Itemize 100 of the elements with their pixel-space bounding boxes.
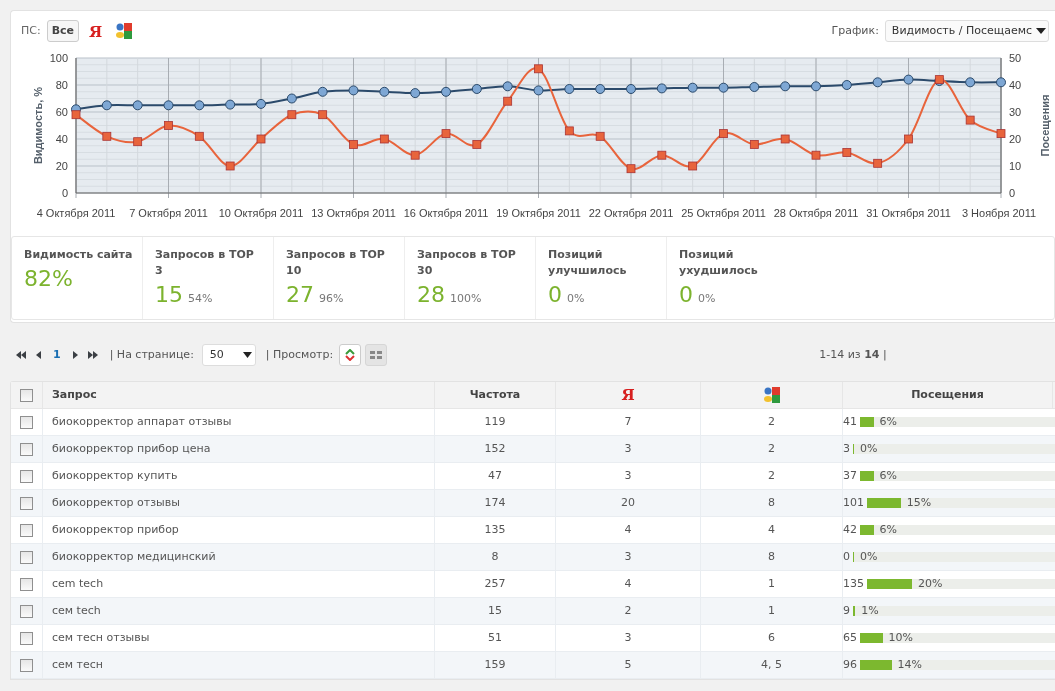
axis-tick-label: 30	[1009, 106, 1022, 118]
sort-view-button[interactable]	[339, 344, 362, 366]
table-cell-text: 41	[843, 413, 857, 430]
stat-percent: 0%	[698, 291, 716, 307]
chart-selector-label: График:	[831, 22, 879, 39]
table-cell-text: 20	[621, 494, 635, 511]
last-page-icon[interactable]	[87, 351, 98, 359]
checkbox[interactable]	[20, 523, 33, 537]
table-cell-text: 135	[843, 575, 864, 592]
checkbox[interactable]	[20, 415, 33, 429]
stat-value: 27	[286, 282, 314, 308]
data-point	[410, 150, 420, 160]
stat-percent: 54%	[188, 291, 213, 307]
column-header[interactable]: Я	[621, 383, 635, 407]
table-cell-text: биокорректор прибор цена	[52, 440, 211, 457]
data-point	[564, 84, 575, 94]
results-range: 1-14 из 14 |	[819, 346, 887, 363]
table-cell-text: 3	[843, 440, 850, 457]
checkbox[interactable]	[20, 604, 33, 618]
column-header[interactable]: Частота	[469, 386, 521, 404]
previous-page-icon[interactable]	[36, 351, 41, 359]
axis-tick-label: 10	[1009, 160, 1022, 172]
table-row[interactable]: сем tech 15 2 1 9 1%	[11, 598, 1055, 625]
axis-tick-label: 100	[49, 52, 68, 64]
caret-icon	[1036, 28, 1046, 34]
stat-value: 0	[548, 282, 562, 308]
table-row[interactable]: сем тесн 159 5 4, 5 96 14%	[11, 652, 1055, 679]
table-row[interactable]: сем тесн отзывы 51 3 6 65 10%	[11, 625, 1055, 652]
grid-icon	[370, 350, 383, 360]
axis-tick-label: 40	[55, 133, 68, 145]
stat-label: Запросов в TOP 3	[155, 247, 255, 279]
table-cell-text: сем tech	[52, 602, 101, 619]
current-page-link[interactable]: 1	[51, 346, 63, 364]
table-cell-text: биокорректор купить	[52, 467, 178, 484]
chart-selector-dropdown[interactable]: Видимость / Посещаемс	[884, 20, 1049, 42]
axis-tick-label: 16 Октября 2011	[403, 207, 489, 219]
engine-filter-button[interactable]: Все	[46, 20, 80, 42]
checkbox[interactable]	[20, 550, 33, 564]
axis-tick-label: 19 Октября 2011	[496, 207, 581, 219]
stat-value: 82%	[24, 266, 73, 292]
table-cell-text: 3	[624, 440, 632, 457]
table-cell-text: 3	[624, 467, 632, 484]
table-row[interactable]: биокорректор отзывы 174 20 8 101 15%	[11, 490, 1055, 517]
checkbox[interactable]	[20, 388, 33, 402]
data-point	[225, 161, 235, 171]
column-header[interactable]: Посещения	[911, 386, 984, 404]
data-point	[965, 115, 975, 125]
data-point	[502, 81, 513, 92]
table-row[interactable]: биокорректор медицинский 8 3 8 0 0%	[11, 544, 1055, 571]
data-point	[842, 148, 852, 157]
axis-tick-label: 40	[1009, 79, 1022, 91]
axis-tick-label: 13 Октября 2011	[311, 207, 396, 219]
table-cell-text: 37	[843, 467, 857, 484]
data-point	[286, 93, 297, 104]
grid-view-button[interactable]	[365, 344, 388, 366]
data-point	[749, 140, 759, 149]
data-point	[626, 164, 636, 174]
table-cell-text: биокорректор отзывы	[52, 494, 180, 511]
data-point	[718, 82, 729, 93]
data-point	[595, 131, 605, 141]
first-page-icon[interactable]	[16, 351, 26, 359]
table-cell-text: 0%	[860, 549, 878, 565]
data-point	[317, 86, 328, 97]
table-cell-text: 65	[843, 629, 857, 646]
axis-tick-label: 7 Октября 2011	[129, 207, 208, 219]
table-row[interactable]: cem tech 257 4 1 135 20%	[11, 571, 1055, 598]
table-cell-text: 15%	[906, 495, 932, 511]
data-point	[349, 140, 358, 149]
table-cell-text: 51	[488, 629, 502, 646]
checkbox[interactable]	[20, 469, 33, 483]
checkbox[interactable]	[20, 658, 33, 672]
filter-label: ПС:	[21, 22, 41, 39]
table-cell-text: 1	[768, 575, 775, 592]
data-point	[71, 110, 81, 120]
data-point	[965, 77, 976, 88]
stat-label: Запросов в TOP 30	[417, 247, 517, 279]
column-header[interactable]: Запрос	[52, 386, 97, 404]
axis-tick-label: 20	[1009, 133, 1022, 145]
axis-tick-label: 20	[55, 160, 68, 172]
checkbox[interactable]	[20, 631, 33, 645]
engine-filter-button[interactable]: Я	[85, 20, 107, 42]
data-point	[687, 82, 698, 93]
stat-label: Позиций улучшилось	[548, 247, 628, 279]
axis-tick-label: 0	[1009, 187, 1016, 199]
per-page-select[interactable]: 50	[201, 344, 256, 366]
checkbox[interactable]	[20, 577, 33, 591]
table-cell-text: 174	[484, 494, 506, 511]
table-cell-text: 42	[843, 521, 857, 538]
table-cell-text: 8	[491, 548, 499, 565]
axis-tick-label: 3 Ноября 2011	[961, 207, 1037, 219]
table-row[interactable]: биокорректор купить 47 3 2 37 6%	[11, 463, 1055, 490]
checkbox[interactable]	[20, 496, 33, 510]
next-page-icon[interactable]	[72, 351, 78, 359]
checkbox[interactable]	[20, 442, 33, 456]
data-point	[441, 129, 451, 138]
table-row[interactable]: биокорректор прибор 135 4 4 42 6%	[11, 517, 1055, 544]
data-point	[132, 100, 143, 111]
table-row[interactable]: биокорректор аппарат отзывы 119 7 2 41 6%	[11, 409, 1055, 436]
table-row[interactable]: биокорректор прибор цена 152 3 2 3 0%	[11, 436, 1055, 463]
table-cell-text: 152	[484, 440, 506, 457]
